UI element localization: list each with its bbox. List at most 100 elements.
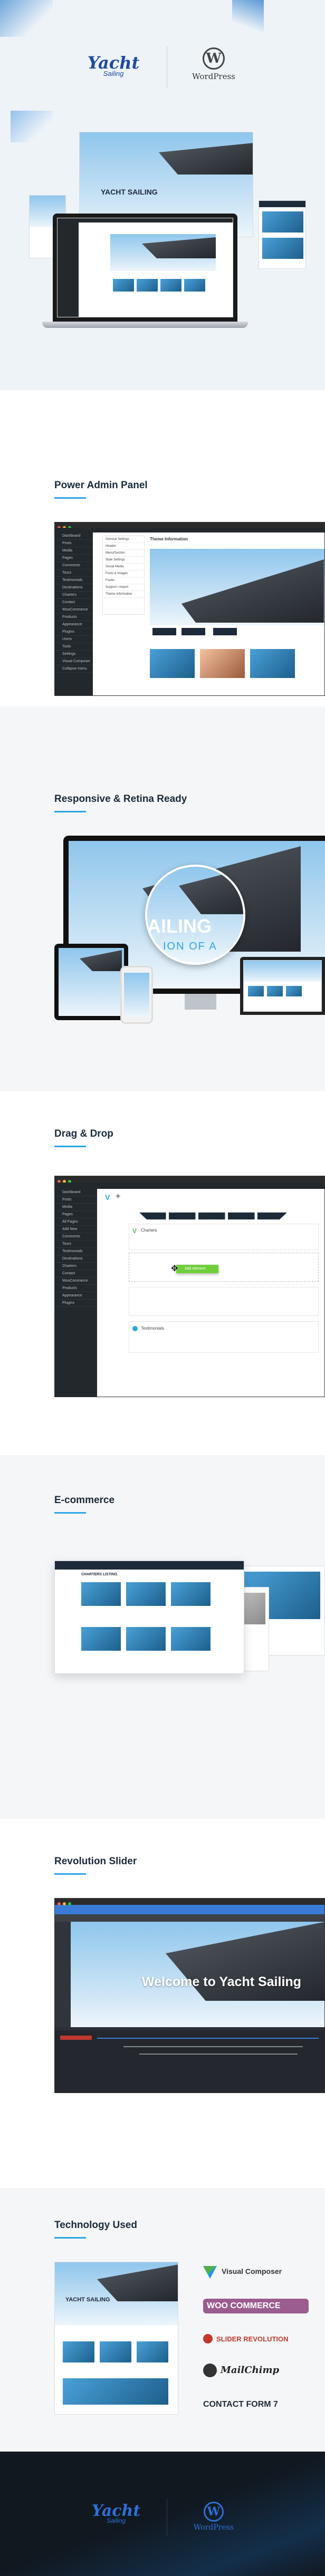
admin-btn-2[interactable] (181, 628, 205, 635)
laptop (53, 214, 237, 322)
admin-menu-item[interactable]: Destinations (55, 584, 93, 592)
zoom-subtext: ION OF A (163, 941, 217, 952)
dragdrop-menu-item[interactable]: Add New (55, 1226, 97, 1233)
vc-testimonials-block: Testimonials (129, 1321, 319, 1353)
admin-option-item[interactable]: Menu/Section (103, 550, 144, 557)
admin-options-panel: General Settings Header Menu/Section Style … (102, 536, 145, 615)
admin-sidebar: Dashboard Posts Media Pages Comments Tours Tes… (55, 532, 93, 695)
drop-placeholder[interactable] (129, 1253, 319, 1282)
admin-option-item[interactable]: Support / Import (103, 584, 144, 591)
shop-listing-title: CHARTERS LISTING (81, 1573, 118, 1576)
revolution-title: Revolution Slider (54, 1856, 137, 1867)
admin-menu-item[interactable]: Charters (55, 592, 93, 599)
admin-menu-item[interactable]: Collapse menu (55, 665, 93, 673)
dragdrop-sidebar: Dashboard Posts Media Pages All Pages Add New… (55, 1189, 97, 1397)
dragdrop-menu-item[interactable]: Posts (55, 1196, 97, 1204)
footer-wordpress: W WordPress (182, 2502, 245, 2532)
admin-menu-item[interactable]: Appearance (55, 621, 93, 628)
dragdrop-menu-item[interactable]: Products (55, 1285, 97, 1292)
tech-page-preview: YACHT SAILING (54, 2262, 178, 2415)
admin-thumb-1 (150, 649, 195, 678)
admin-menu-item[interactable]: Testimonials (55, 577, 93, 584)
admin-menu-item[interactable]: Tools (55, 643, 93, 651)
footer-yacht-logo: Yacht Sailing (77, 2502, 156, 2524)
dragdrop-menu-item[interactable]: Plugins (55, 1300, 97, 1307)
admin-option-item[interactable]: Footer (103, 577, 144, 584)
admin-thumb-2 (200, 649, 245, 678)
dragdrop-title: Drag & Drop (54, 1128, 113, 1139)
admin-menu-item[interactable]: Media (55, 547, 93, 555)
admin-menu-item[interactable]: Settings (55, 651, 93, 658)
ecommerce-title-bar (54, 1512, 86, 1514)
admin-option-item[interactable]: Style Settings (103, 557, 144, 564)
responsive-title: Responsive & Retina Ready (54, 793, 187, 805)
monitor-stand (185, 994, 216, 1010)
admin-menu-item[interactable]: Pages (55, 555, 93, 562)
dragdrop-menu-item[interactable]: Charters (55, 1263, 97, 1270)
admin-menu-item[interactable]: Plugins (55, 628, 93, 636)
dragdrop-menu-item[interactable]: Comments (55, 1233, 97, 1241)
slider-revolution-icon (203, 2334, 213, 2343)
ecommerce-section: E-commerce CHARTERS LISTING (0, 1455, 325, 1819)
yacht-icons-row (139, 1212, 287, 1219)
dragdrop-menu-item[interactable]: Pages (55, 1211, 97, 1218)
admin-browser: Dashboard Posts Media Pages Comments Tours Tes… (54, 522, 325, 696)
mailchimp-icon (203, 2364, 217, 2377)
responsive-title-bar (54, 811, 86, 812)
dragdrop-menu-item[interactable]: Testimonials (55, 1248, 97, 1255)
dragdrop-menu-item[interactable]: Appearance (55, 1292, 97, 1300)
admin-menu-item[interactable]: Posts (55, 540, 93, 547)
responsive-section: Responsive & Retina Ready AILING ION OF … (0, 706, 325, 1091)
footer-section: Yacht Sailing W WordPress (0, 2452, 325, 2576)
technology-title: Technology Used (54, 2220, 137, 2231)
vc-charters-label: Charters (141, 1228, 157, 1233)
dragdrop-menu-item[interactable]: Tours (55, 1241, 97, 1248)
dragdrop-menu-item[interactable]: Media (55, 1204, 97, 1211)
admin-option-item[interactable]: Theme Information (103, 591, 144, 598)
admin-menu-item[interactable]: Products (55, 614, 93, 621)
admin-btn-1[interactable] (152, 628, 176, 635)
vc-logo-icon: V (105, 1193, 110, 1202)
admin-menu-item[interactable]: WooCommerce (55, 606, 93, 614)
tech-contact-form-7: CONTACT FORM 7 (203, 2400, 278, 2409)
add-element-icon[interactable]: + (116, 1192, 120, 1202)
admin-btn-3[interactable] (213, 628, 237, 635)
wordpress-icon: W (203, 47, 225, 70)
vc-row-2 (129, 1287, 319, 1316)
hero-streak-mid (11, 111, 53, 142)
admin-option-item[interactable]: Social Media (103, 564, 144, 570)
hero-streak-right (232, 0, 264, 37)
dragdrop-menu-item[interactable]: Contact (55, 1270, 97, 1277)
dragdrop-menu-item[interactable]: WooCommerce (55, 1277, 97, 1285)
footer-wordpress-label: WordPress (193, 2523, 234, 2532)
vc-testimonials-label: Testimonials (141, 1326, 165, 1331)
dragdrop-title-bar (54, 1146, 86, 1147)
tech-woocommerce: WOO COMMERCE (207, 2301, 281, 2310)
zoom-text: AILING (147, 915, 212, 937)
laptop-base (42, 322, 248, 328)
admin-option-item[interactable]: General Settings (103, 536, 144, 543)
admin-menu-item[interactable]: Tours (55, 569, 93, 577)
admin-menu-item[interactable]: Contact (55, 599, 93, 606)
dragdrop-menu-item[interactable]: Destinations (55, 1255, 97, 1263)
admin-menu-item[interactable]: Comments (55, 562, 93, 569)
tech-preview-heading: YACHT SAILING (65, 2297, 110, 2303)
zoom-circle: AILING ION OF A (145, 865, 245, 965)
hero-streak-left (0, 0, 53, 37)
vc-testimonials-icon (132, 1326, 138, 1331)
dragged-element[interactable]: ✥ Add element (171, 1264, 218, 1273)
admin-option-item[interactable]: Fonts & Images (103, 570, 144, 577)
admin-menu-item[interactable]: Dashboard (55, 532, 93, 540)
dragdrop-menu-item[interactable]: All Pages (55, 1218, 97, 1226)
dragdrop-menu-item[interactable]: Dashboard (55, 1189, 97, 1196)
rev-slide-caption: Welcome to Yacht Sailing (142, 1974, 301, 1989)
rev-toolbar-left (55, 1922, 71, 2027)
shop-page-front: CHARTERS LISTING (54, 1561, 244, 1674)
laptop-small (240, 957, 325, 1015)
admin-menu-item[interactable]: Visual Composer (55, 658, 93, 665)
revolution-section: Revolution Slider Welcome to Yacht Saili… (0, 1819, 325, 2188)
yacht-logo: Yacht Sailing (74, 53, 153, 78)
wordpress-label: WordPress (192, 72, 235, 81)
admin-menu-item[interactable]: Users (55, 636, 93, 643)
admin-option-item[interactable]: Header (103, 543, 144, 550)
